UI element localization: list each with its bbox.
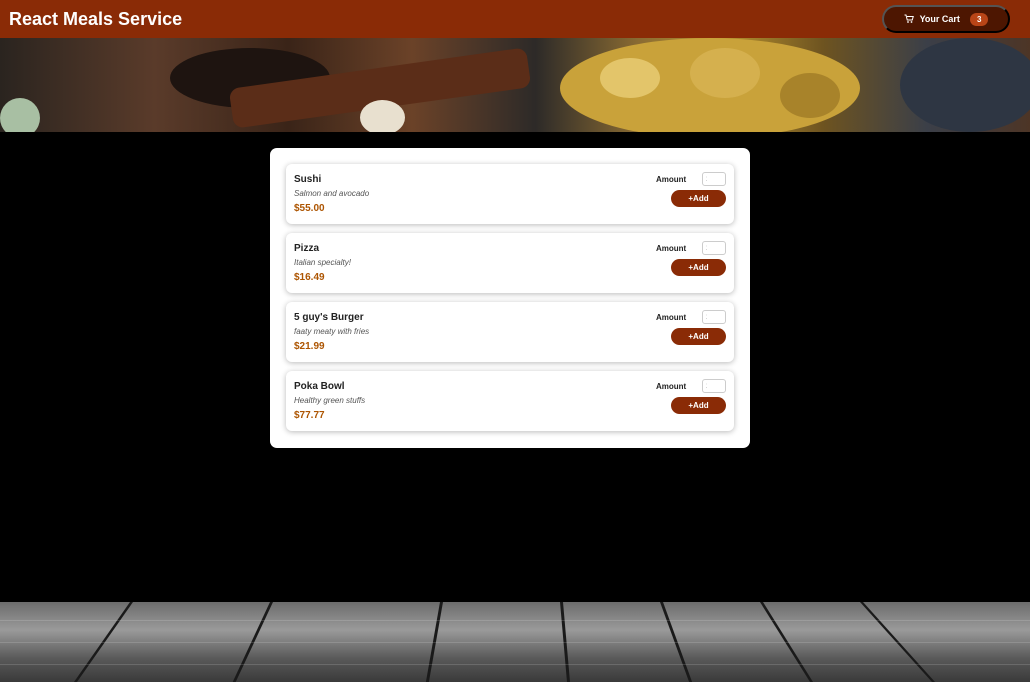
add-button[interactable]: +Add [671, 328, 726, 345]
amount-input[interactable] [702, 241, 726, 255]
amount-input[interactable] [702, 172, 726, 186]
meal-form: Amount +Add [656, 241, 726, 276]
cart-count-badge: 3 [969, 12, 989, 26]
meal-item: 5 guy's Burger faaty meaty with fries $2… [286, 302, 734, 362]
amount-label: Amount [656, 381, 687, 391]
hero-image [0, 38, 1030, 132]
add-button[interactable]: +Add [671, 190, 726, 207]
amount-label: Amount [656, 243, 687, 253]
meal-item: Pizza Italian specialty! $16.49 Amount +… [286, 233, 734, 293]
cart-label: Your Cart [919, 14, 960, 24]
wooden-floor-background [0, 602, 1030, 682]
app-title: React Meals Service [9, 8, 183, 29]
cart-button[interactable]: Your Cart 3 [882, 5, 1010, 33]
meal-item: Sushi Salmon and avocado $55.00 Amount +… [286, 164, 734, 224]
amount-input[interactable] [702, 379, 726, 393]
add-button[interactable]: +Add [671, 397, 726, 414]
cart-icon [904, 14, 914, 23]
amount-input[interactable] [702, 310, 726, 324]
app-header: React Meals Service Your Cart 3 [0, 0, 1030, 38]
add-button[interactable]: +Add [671, 259, 726, 276]
amount-label: Amount [656, 312, 687, 322]
meal-form: Amount +Add [656, 310, 726, 345]
meal-form: Amount +Add [656, 379, 726, 414]
meal-form: Amount +Add [656, 172, 726, 207]
amount-label: Amount [656, 174, 687, 184]
meals-list: Sushi Salmon and avocado $55.00 Amount +… [270, 148, 750, 448]
meal-item: Poka Bowl Healthy green stuffs $77.77 Am… [286, 371, 734, 431]
